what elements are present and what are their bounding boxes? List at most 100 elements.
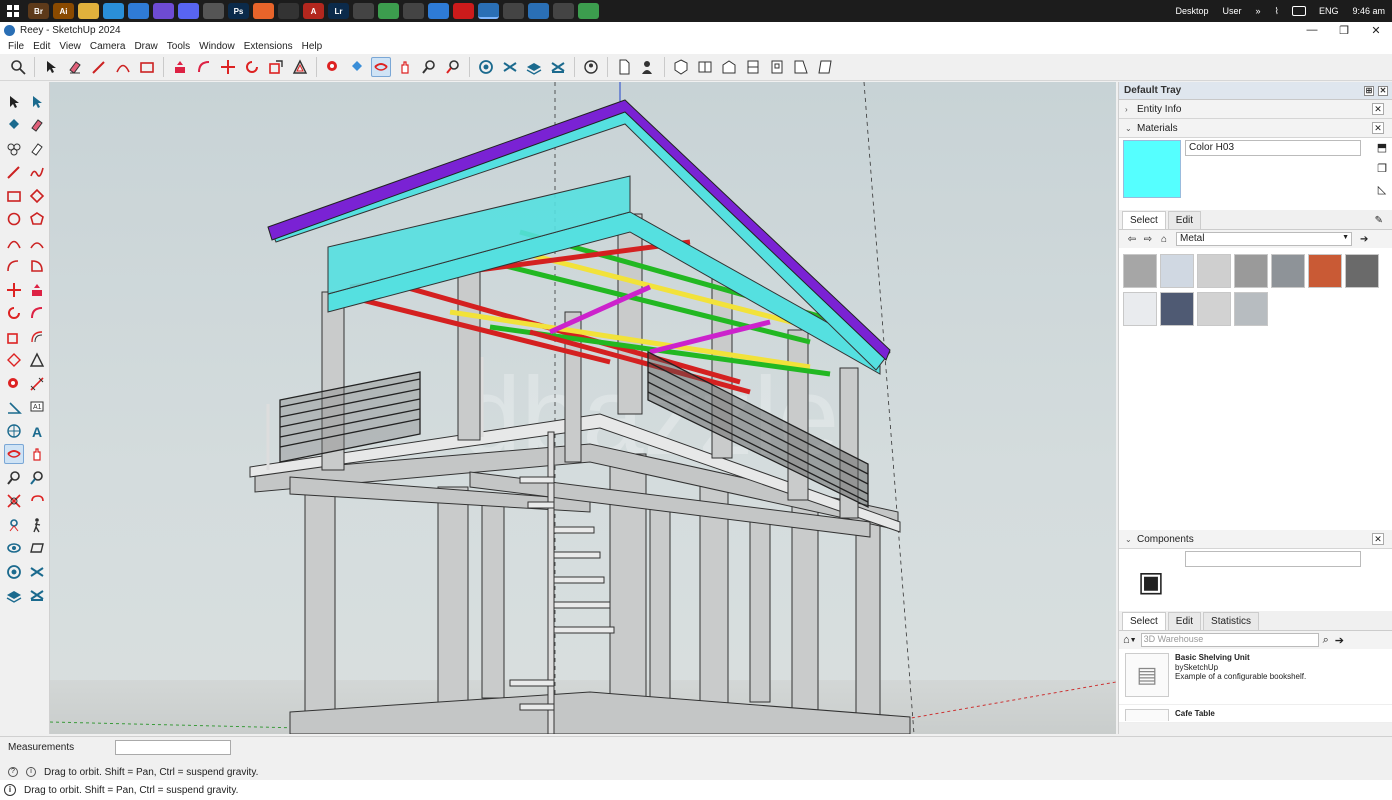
three-point-arc-icon[interactable] — [4, 256, 24, 276]
tray-pin-icon[interactable]: ⊞ — [1364, 85, 1374, 96]
materials-panel-header[interactable]: ⌄ Materials ✕ — [1119, 119, 1392, 138]
freehand-tool-icon[interactable] — [28, 162, 48, 182]
zoom-extents-icon[interactable] — [4, 491, 24, 511]
start-button[interactable] — [0, 0, 26, 22]
sketchup-viewer-icon[interactable] — [503, 3, 524, 19]
offset-tool-icon[interactable] — [290, 57, 310, 77]
tab-components-statistics[interactable]: Statistics — [1203, 612, 1260, 630]
tab-components-select[interactable]: Select — [1122, 612, 1166, 630]
wifi-icon[interactable]: ⌇ — [1275, 6, 1279, 17]
component-name-field[interactable] — [1185, 551, 1361, 567]
list-item[interactable]: ▤ Basic Shelving Unit bySketchUp Example… — [1119, 649, 1392, 705]
material-swatch[interactable] — [1123, 292, 1157, 326]
back-view-icon[interactable] — [767, 57, 787, 77]
material-swatch[interactable] — [1197, 292, 1231, 326]
lightroom-icon[interactable]: Lr — [328, 3, 349, 19]
push-pull-tool-icon[interactable] — [170, 57, 190, 77]
model-viewport[interactable]: dbazzle — [50, 82, 1116, 734]
folder-icon[interactable] — [78, 3, 99, 19]
offset-tool-icon[interactable] — [28, 327, 48, 347]
home-icon[interactable]: ⌂ — [1156, 234, 1172, 245]
bottom-view-icon[interactable] — [815, 57, 835, 77]
material-swatch[interactable] — [1123, 254, 1157, 288]
zoom-tool-icon[interactable] — [419, 57, 439, 77]
scale-tool-icon[interactable] — [266, 57, 286, 77]
material-name-field[interactable]: Color H03 — [1185, 140, 1361, 156]
calculator-icon[interactable] — [353, 3, 374, 19]
search-icon[interactable]: ⌕ — [1323, 634, 1329, 647]
rectangle-tool-icon[interactable] — [4, 186, 24, 206]
front-view-icon[interactable] — [719, 57, 739, 77]
sketchup-alt-icon[interactable] — [278, 3, 299, 19]
section-plane-icon[interactable] — [28, 538, 48, 558]
components-panel-header[interactable]: ⌄ Components ✕ — [1119, 530, 1392, 549]
materials-close-icon[interactable]: ✕ — [1372, 122, 1384, 134]
line-tool-icon[interactable] — [4, 162, 24, 182]
layers-icon[interactable] — [524, 57, 544, 77]
lasso-select-icon[interactable] — [28, 92, 48, 112]
close-button[interactable]: ✕ — [1360, 24, 1392, 37]
eraser-tool-icon[interactable] — [65, 57, 85, 77]
follow-me-tool-icon[interactable] — [28, 303, 48, 323]
look-around-icon[interactable] — [4, 538, 24, 558]
eraser-alt-icon[interactable] — [28, 139, 48, 159]
left-view-icon[interactable] — [791, 57, 811, 77]
3d-text-tool-icon[interactable]: A — [28, 421, 48, 441]
arc-tool-icon[interactable] — [113, 57, 133, 77]
paint-bucket-tool-icon[interactable] — [4, 115, 24, 135]
clock[interactable]: 9:46 am — [1352, 6, 1385, 16]
menu-view[interactable]: View — [59, 41, 81, 52]
eraser-tool-icon[interactable] — [28, 115, 48, 135]
axes-tool-icon[interactable] — [4, 421, 24, 441]
menu-extensions[interactable]: Extensions — [244, 41, 293, 52]
files-icon[interactable] — [428, 3, 449, 19]
material-swatch[interactable] — [1308, 254, 1342, 288]
pie-tool-icon[interactable] — [28, 256, 48, 276]
maximize-button[interactable]: ❐ — [1328, 24, 1360, 37]
position-camera-icon[interactable] — [4, 515, 24, 535]
sketchup-icon[interactable] — [478, 3, 499, 19]
scale-tool-icon[interactable] — [4, 327, 24, 347]
rotate-tool-icon[interactable] — [242, 57, 262, 77]
new-file-icon[interactable] — [614, 57, 634, 77]
push-pull-tool-icon[interactable] — [28, 280, 48, 300]
material-swatch[interactable] — [1345, 254, 1379, 288]
orbit-tool-icon[interactable] — [371, 57, 391, 77]
solid-tools-icon[interactable] — [28, 350, 48, 370]
list-item[interactable]: Cafe Table — [1119, 705, 1392, 723]
material-swatch[interactable] — [1160, 254, 1194, 288]
select-tool-icon[interactable] — [4, 92, 24, 112]
select-tool-icon[interactable] — [41, 57, 61, 77]
warehouse-icon[interactable] — [4, 562, 24, 582]
opera-icon[interactable] — [453, 3, 474, 19]
edge-icon[interactable] — [103, 3, 124, 19]
extension-warehouse-icon[interactable] — [28, 562, 48, 582]
dimension-tool-icon[interactable] — [28, 374, 48, 394]
photoshop-icon[interactable]: Ps — [228, 3, 249, 19]
minimize-button[interactable]: — — [1296, 24, 1328, 37]
language-indicator[interactable]: ENG — [1319, 6, 1339, 16]
viber-icon[interactable] — [153, 3, 174, 19]
tray-chevron-icon[interactable]: » — [1256, 6, 1261, 16]
orbit-tool-icon[interactable] — [4, 444, 24, 465]
arc-tool-icon[interactable] — [4, 233, 24, 253]
material-swatch[interactable] — [1197, 254, 1231, 288]
pin-icon[interactable] — [553, 3, 574, 19]
menu-draw[interactable]: Draw — [134, 41, 157, 52]
user-profile-icon[interactable] — [638, 57, 658, 77]
home-icon[interactable]: ⌂ — [1123, 634, 1130, 646]
rectangle-tool-icon[interactable] — [137, 57, 157, 77]
tape-measure-tool-icon[interactable] — [323, 57, 343, 77]
menu-file[interactable]: File — [8, 41, 24, 52]
components-close-icon[interactable]: ✕ — [1372, 533, 1384, 545]
tab-materials-edit[interactable]: Edit — [1167, 211, 1202, 229]
tab-materials-select[interactable]: Select — [1122, 211, 1166, 229]
two-point-arc-icon[interactable] — [28, 233, 48, 253]
warehouse-icon[interactable] — [476, 57, 496, 77]
acrobat-icon[interactable]: A — [303, 3, 324, 19]
current-material-swatch[interactable] — [1123, 140, 1181, 198]
battery-icon[interactable] — [1291, 6, 1306, 16]
material-swatch[interactable] — [1234, 254, 1268, 288]
material-swatch[interactable] — [1234, 292, 1268, 326]
details-icon[interactable]: ➔ — [1360, 234, 1368, 245]
